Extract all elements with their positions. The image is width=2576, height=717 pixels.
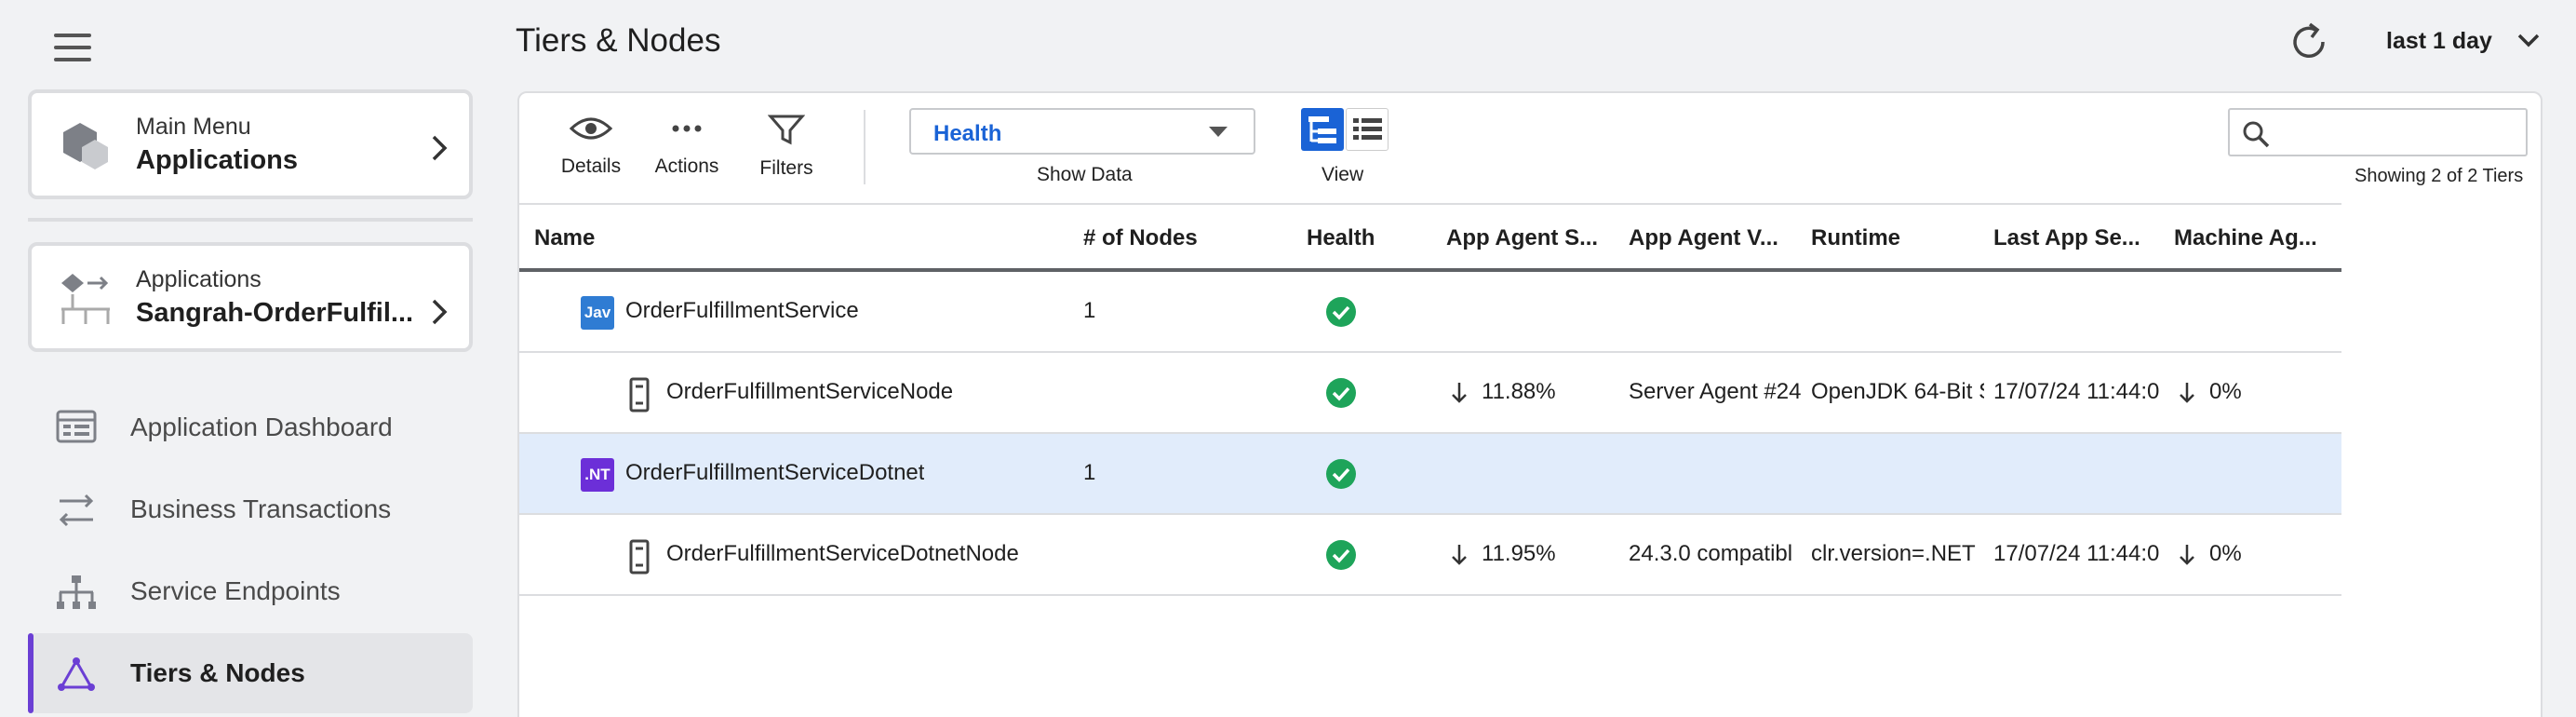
table-header: Name # of Nodes Health App Agent S... Ap… [519, 203, 2341, 272]
tiers-table: Name # of Nodes Health App Agent S... Ap… [519, 203, 2341, 596]
table-row[interactable]: OrderFulfillmentServiceNode 11.88% Serve… [519, 353, 2341, 434]
row-agent-version: Server Agent #24 [1629, 379, 1802, 404]
row-last-seen: 17/07/24 11:44:0 [1993, 541, 2160, 566]
list-view-icon [1353, 118, 1382, 140]
row-name: OrderFulfillmentServiceDotnet [625, 460, 925, 485]
row-runtime: clr.version=.NET [1811, 541, 1976, 566]
search-input[interactable] [2278, 115, 2520, 149]
view-label: View [1322, 164, 1364, 185]
arrow-down-icon [1452, 383, 1467, 403]
row-name: OrderFulfillmentServiceNode [666, 379, 954, 404]
row-agent-status: 11.88% [1482, 379, 1556, 404]
server-node-icon [629, 539, 650, 575]
arrow-down-icon [2180, 383, 2194, 403]
caret-down-icon [1209, 127, 1228, 137]
column-header-agent-version[interactable]: App Agent V... [1629, 225, 1778, 251]
row-machine: 0% [2209, 379, 2242, 404]
view-toggle [1301, 108, 1389, 151]
actions-label: Actions [654, 156, 719, 177]
arrow-down-icon [1452, 545, 1467, 565]
application-flow-icon [61, 274, 110, 324]
column-header-agent-status[interactable]: App Agent S... [1446, 225, 1598, 251]
filters-label: Filters [759, 157, 813, 179]
health-ok-icon [1326, 540, 1356, 570]
column-header-nodes[interactable]: # of Nodes [1083, 225, 1198, 251]
page-title: Tiers & Nodes [516, 22, 721, 59]
list-view-button[interactable] [1346, 108, 1389, 151]
main-menu-value: Applications [136, 145, 299, 175]
chevron-right-icon [432, 135, 448, 161]
column-header-last-seen[interactable]: Last App Se... [1993, 225, 2140, 251]
application-label: Applications [136, 266, 262, 292]
filters-button[interactable]: Filters [754, 114, 819, 180]
sidebar-item-label: Application Dashboard [130, 413, 393, 441]
sidebar-divider [28, 218, 473, 222]
row-runtime: OpenJDK 64-Bit S [1811, 379, 1984, 404]
details-label: Details [560, 156, 622, 177]
filter-icon [767, 115, 806, 145]
column-header-health[interactable]: Health [1307, 225, 1375, 251]
actions-button[interactable]: Actions [651, 114, 722, 178]
table-row[interactable]: OrderFulfillmentServiceDotnetNode 11.95%… [519, 515, 2341, 596]
tiers-nodes-icon [58, 657, 95, 691]
transactions-icon [59, 494, 94, 527]
sidebar: Main Menu Applications Applications Sang… [0, 0, 493, 717]
server-node-icon [629, 377, 650, 413]
sidebar-item-tiers-nodes[interactable]: Tiers & Nodes [28, 633, 473, 713]
java-tier-icon: Jav [581, 296, 614, 330]
row-node-count: 1 [1083, 298, 1096, 323]
eye-icon [569, 117, 613, 140]
showing-count: Showing 2 of 2 Tiers [2355, 166, 2524, 186]
sidebar-item-business-transactions[interactable]: Business Transactions [28, 469, 473, 549]
chevron-right-icon [432, 299, 448, 325]
search-icon [2243, 121, 2270, 148]
chevron-down-icon[interactable] [2516, 32, 2541, 48]
hamburger-menu-icon[interactable] [54, 34, 91, 61]
column-header-name[interactable]: Name [534, 225, 595, 251]
arrow-down-icon [2180, 545, 2194, 565]
application-name: Sangrah-OrderFulfil... [136, 298, 414, 328]
show-data-select[interactable]: Health [909, 108, 1255, 155]
sidebar-item-label: Service Endpoints [130, 576, 341, 605]
toolbar-separator [864, 110, 865, 184]
column-header-machine[interactable]: Machine Ag... [2174, 225, 2317, 251]
sidebar-item-service-endpoints[interactable]: Service Endpoints [28, 551, 473, 631]
tiers-nodes-panel: Details Actions Filters Health Show Data [517, 91, 2542, 717]
dotnet-tier-icon: .NT [581, 458, 614, 492]
main-menu-card[interactable]: Main Menu Applications [28, 89, 473, 199]
row-machine: 0% [2209, 541, 2242, 566]
row-agent-version: 24.3.0 compatibl [1629, 541, 1793, 566]
search-box [2228, 108, 2528, 156]
application-card[interactable]: Applications Sangrah-OrderFulfil... [28, 242, 473, 352]
sidebar-item-application-dashboard[interactable]: Application Dashboard [28, 387, 473, 467]
more-dots-icon [672, 125, 702, 132]
endpoints-icon [57, 575, 96, 609]
health-ok-icon [1326, 297, 1356, 327]
time-range-selector[interactable]: last 1 day [2386, 28, 2492, 55]
dashboard-icon [56, 410, 97, 443]
show-data-label: Show Data [1037, 164, 1133, 185]
column-header-runtime[interactable]: Runtime [1811, 225, 1900, 251]
health-ok-icon [1326, 459, 1356, 489]
tree-view-button[interactable] [1301, 108, 1344, 151]
sidebar-item-label: Tiers & Nodes [130, 658, 305, 687]
row-name: OrderFulfillmentServiceDotnetNode [666, 541, 1019, 566]
applications-hexagon-icon [63, 123, 108, 169]
table-row[interactable]: .NT OrderFulfillmentServiceDotnet 1 [519, 434, 2341, 515]
main-menu-label: Main Menu [136, 114, 251, 140]
table-row[interactable]: Jav OrderFulfillmentService 1 [519, 272, 2341, 353]
refresh-icon[interactable] [2288, 20, 2330, 63]
row-name: OrderFulfillmentService [625, 298, 859, 323]
health-ok-icon [1326, 378, 1356, 408]
sidebar-item-label: Business Transactions [130, 494, 392, 523]
show-data-value: Health [933, 121, 1002, 146]
details-button[interactable]: Details [555, 114, 627, 178]
tree-view-icon [1308, 116, 1336, 143]
row-last-seen: 17/07/24 11:44:0 [1993, 379, 2160, 404]
row-node-count: 1 [1083, 460, 1096, 485]
row-agent-status: 11.95% [1482, 541, 1556, 566]
